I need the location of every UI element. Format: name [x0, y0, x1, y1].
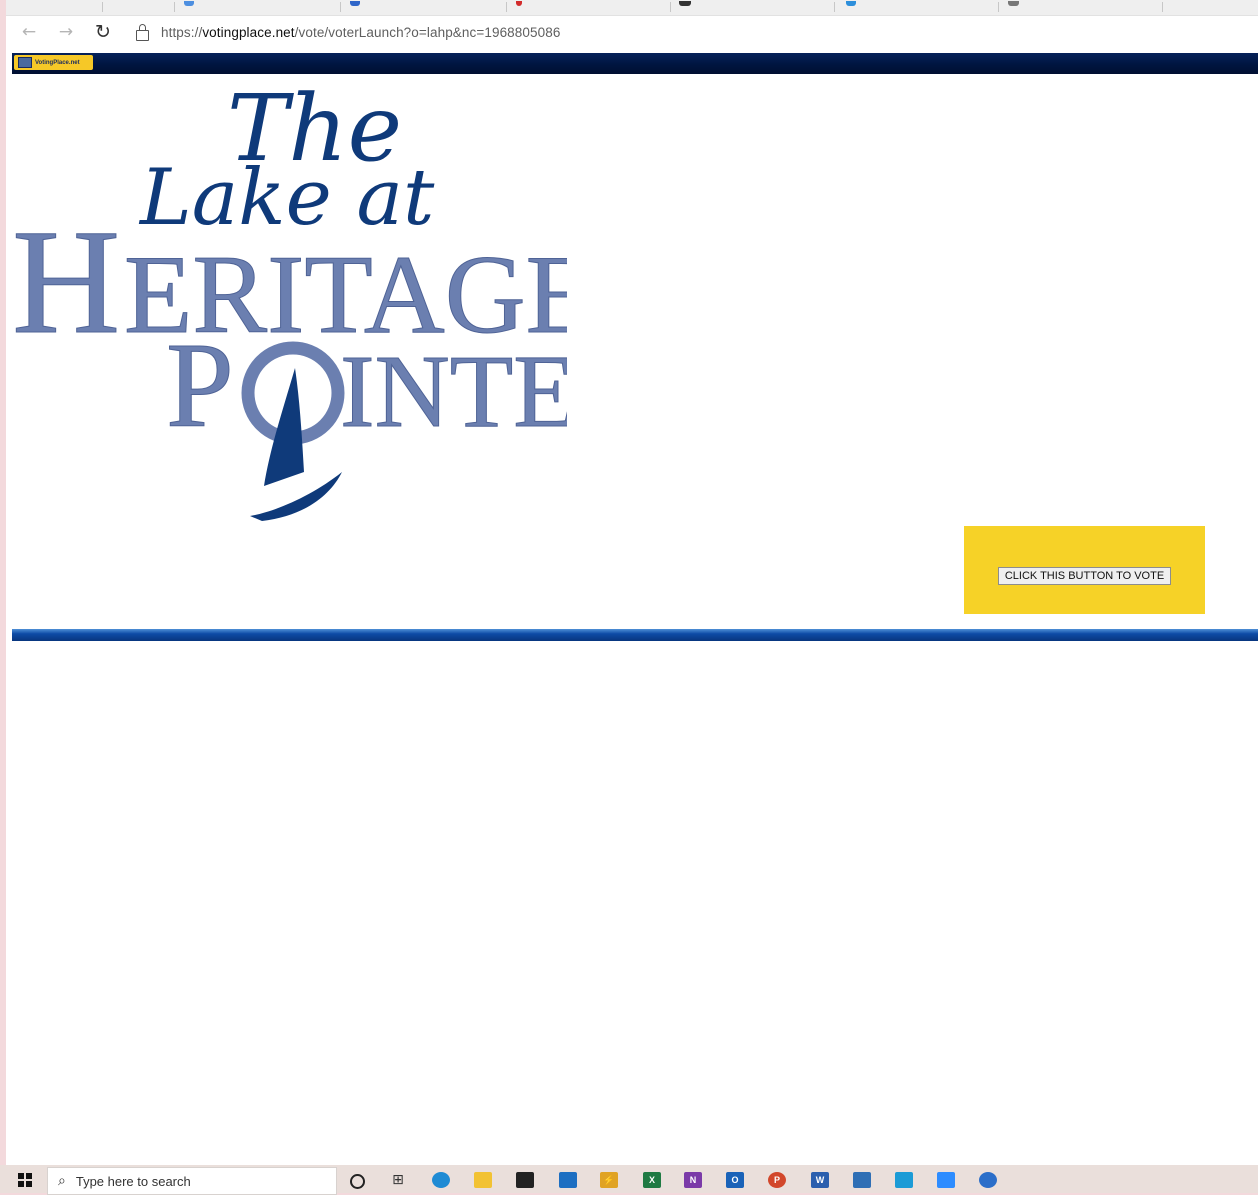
- app-circle-icon[interactable]: [979, 1172, 997, 1188]
- url-scheme: https://: [161, 24, 203, 40]
- tab-favicon: [679, 1, 691, 6]
- power-automate-icon[interactable]: ⚡: [600, 1172, 618, 1188]
- url-text: https://votingplace.net/vote/voterLaunch…: [161, 25, 560, 40]
- outlook-icon[interactable]: O: [726, 1172, 744, 1188]
- tab-separator: [670, 2, 671, 12]
- site-header-bar: VotingPlace.net: [12, 53, 1258, 74]
- tab-separator: [102, 2, 103, 12]
- forward-arrow-icon[interactable]: →: [53, 19, 79, 45]
- lock-icon: [136, 23, 149, 41]
- tab-favicon: [1008, 1, 1019, 6]
- votingplace-badge-text: VotingPlace.net: [35, 59, 80, 66]
- search-icon: ⌕: [58, 1173, 66, 1189]
- tab-favicon: [516, 1, 522, 6]
- zoom-icon[interactable]: [937, 1172, 955, 1188]
- logo-heritage-initial: H: [12, 199, 120, 365]
- edge-icon[interactable]: [432, 1172, 450, 1188]
- tab-separator: [1162, 2, 1163, 12]
- cortana-icon[interactable]: [350, 1174, 365, 1189]
- task-view-icon[interactable]: ⊞: [389, 1172, 407, 1188]
- tab-separator: [998, 2, 999, 12]
- site-divider-bar: [12, 629, 1258, 641]
- vote-panel: CLICK THIS BUTTON TO VOTE: [964, 526, 1205, 614]
- tab-favicon: [184, 1, 194, 6]
- store-icon[interactable]: [516, 1172, 534, 1188]
- taskbar-search-input[interactable]: ⌕ Type here to search: [47, 1167, 337, 1195]
- onenote-icon[interactable]: N: [684, 1172, 702, 1188]
- tab-separator: [174, 2, 175, 12]
- address-toolbar: ← → ↻ https://votingplace.net/vote/voter…: [6, 16, 1258, 47]
- windows-taskbar: ⌕ Type here to search ⊞ ⚡ X N O P W: [0, 1165, 1258, 1195]
- logo-pointe-rest: INTE: [340, 334, 567, 449]
- heritage-pointe-logo: The Lake at H ERITAGE P INTE: [12, 76, 567, 521]
- ballot-box-icon: [18, 57, 32, 68]
- excel-icon[interactable]: X: [643, 1172, 661, 1188]
- search-placeholder: Type here to search: [75, 1173, 191, 1189]
- tab-separator: [506, 2, 507, 12]
- browser-window: ← → ↻ https://votingplace.net/vote/voter…: [6, 0, 1258, 1193]
- remote-desktop-icon[interactable]: [895, 1172, 913, 1188]
- file-explorer-icon[interactable]: [474, 1172, 492, 1188]
- logo-pointe-initial: P: [166, 318, 234, 453]
- tab-favicon: [350, 1, 360, 6]
- tab-separator: [340, 2, 341, 12]
- tab-strip[interactable]: [6, 0, 1258, 16]
- reload-icon[interactable]: ↻: [90, 19, 116, 45]
- tab-separator: [834, 2, 835, 12]
- powerpoint-icon[interactable]: P: [768, 1172, 786, 1188]
- sailboat-hull-icon: [250, 472, 342, 521]
- url-host: votingplace.net: [202, 24, 295, 40]
- url-path: /vote/voterLaunch?o=lahp&nc=1968805086: [294, 24, 561, 40]
- back-arrow-icon[interactable]: ←: [16, 19, 42, 45]
- address-bar[interactable]: https://votingplace.net/vote/voterLaunch…: [130, 19, 1250, 45]
- word-icon[interactable]: W: [811, 1172, 829, 1188]
- windows-start-icon[interactable]: [18, 1173, 32, 1187]
- logo-script-lake-at: Lake at: [138, 153, 435, 243]
- mail-icon[interactable]: [559, 1172, 577, 1188]
- vote-button[interactable]: CLICK THIS BUTTON TO VOTE: [997, 567, 1172, 585]
- photos-icon[interactable]: [853, 1172, 871, 1188]
- votingplace-badge[interactable]: VotingPlace.net: [14, 55, 93, 70]
- tab-favicon: [846, 1, 856, 6]
